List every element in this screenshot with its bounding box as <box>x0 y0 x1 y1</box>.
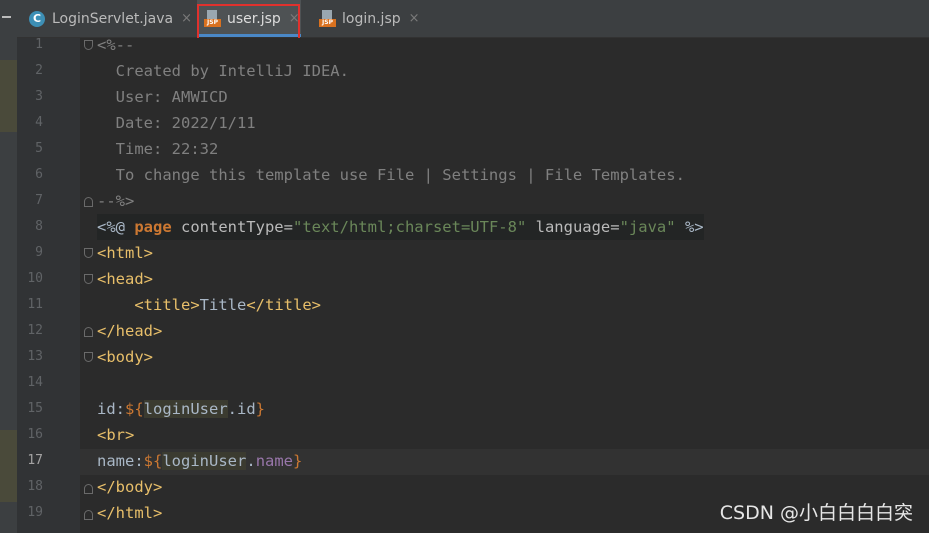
title-open-tag: <title> <box>134 296 200 314</box>
code-line-15[interactable]: id:${loginUser.id} <box>97 396 265 422</box>
left-tool-strip <box>0 0 18 533</box>
code-line-17[interactable]: name:${loginUser.name} <box>97 448 302 474</box>
line-number: 2 <box>35 63 43 78</box>
tab-label: user.jsp <box>227 10 281 27</box>
title-close-tag: </title> <box>246 296 321 314</box>
el-dot: . <box>246 452 256 470</box>
line-number: 12 <box>27 323 43 338</box>
code-line-19[interactable]: </html> <box>97 500 162 526</box>
el-property: name <box>255 452 294 470</box>
code-line-10[interactable]: <head> <box>97 266 153 292</box>
fold-open-icon[interactable] <box>84 40 93 50</box>
fold-open-icon[interactable] <box>84 274 93 284</box>
code-line-13[interactable]: <body> <box>97 344 153 370</box>
code-line-18[interactable]: </body> <box>97 474 162 500</box>
line-number: 1 <box>35 37 43 52</box>
line-number: 10 <box>27 271 43 286</box>
attribute-name: language= <box>526 218 620 236</box>
line-number: 11 <box>27 297 43 312</box>
collapse-icon[interactable] <box>2 16 11 18</box>
side-marker <box>0 430 17 502</box>
attribute-name: contentType= <box>171 218 293 236</box>
attribute-value: "java" <box>619 218 676 236</box>
tab-label: LoginServlet.java <box>52 10 174 27</box>
line-number: 5 <box>35 141 43 156</box>
java-class-icon: C <box>29 10 45 27</box>
line-number: 9 <box>35 245 43 260</box>
title-text: Title <box>199 296 247 314</box>
fold-open-icon[interactable] <box>84 352 93 362</box>
close-icon[interactable]: × <box>409 11 420 26</box>
directive-open: <%@ <box>97 218 135 236</box>
line-number: 7 <box>35 193 43 208</box>
el-variable: loginUser <box>162 452 247 470</box>
jsp-file-icon: JSP <box>319 10 336 27</box>
text-id-label: id: <box>97 400 125 418</box>
code-line-2[interactable]: Created by IntelliJ IDEA. <box>97 58 349 84</box>
watermark: CSDN @小白白白白突 <box>719 502 913 524</box>
fold-close-icon[interactable] <box>84 484 93 494</box>
directive-keyword: page <box>134 218 172 236</box>
close-icon[interactable]: × <box>181 11 192 26</box>
side-marker <box>0 60 17 132</box>
code-line-5[interactable]: Time: 22:32 <box>97 136 219 162</box>
code-line-6[interactable]: To change this template use File | Setti… <box>97 162 685 188</box>
tab-label: login.jsp <box>342 10 401 27</box>
fold-close-icon[interactable] <box>84 197 93 207</box>
el-open: ${ <box>125 400 144 418</box>
code-line-16[interactable]: <br> <box>97 422 134 448</box>
code-line-7[interactable]: --%> <box>97 188 134 214</box>
code-line-4[interactable]: Date: 2022/1/11 <box>97 110 256 136</box>
line-number: 3 <box>35 89 43 104</box>
editor-tab-bar: C LoginServlet.java × JSP user.jsp × JSP… <box>17 0 929 38</box>
directive-close: %> <box>675 218 704 236</box>
code-line-8[interactable]: <%@ page contentType="text/html;charset=… <box>97 214 704 240</box>
code-line-3[interactable]: User: AMWICD <box>97 84 228 110</box>
line-number: 19 <box>27 505 43 520</box>
code-line-1[interactable]: <%-- <box>97 32 134 58</box>
fold-close-icon[interactable] <box>84 327 93 337</box>
line-number-current: 17 <box>27 453 43 468</box>
tab-user-jsp[interactable]: JSP user.jsp × <box>197 0 301 37</box>
tab-login-jsp[interactable]: JSP login.jsp × <box>319 0 420 37</box>
line-number: 6 <box>35 167 43 182</box>
el-close: } <box>255 400 266 418</box>
jsp-file-icon: JSP <box>204 10 221 27</box>
line-number: 15 <box>27 401 43 416</box>
el-property: .id <box>227 400 256 418</box>
fold-open-icon[interactable] <box>84 248 93 258</box>
close-icon[interactable]: × <box>289 11 300 26</box>
line-number: 13 <box>27 349 43 364</box>
line-number: 16 <box>27 427 43 442</box>
attribute-value: "text/html;charset=UTF-8" <box>292 218 527 236</box>
line-number: 8 <box>35 219 43 234</box>
code-line-11[interactable]: <title>Title</title> <box>97 292 321 318</box>
el-open: ${ <box>143 452 163 470</box>
el-variable: loginUser <box>143 400 228 418</box>
line-number: 4 <box>35 115 43 130</box>
fold-close-icon[interactable] <box>84 510 93 520</box>
line-number: 14 <box>27 375 43 390</box>
code-line-9[interactable]: <html> <box>97 240 153 266</box>
code-line-12[interactable]: </head> <box>97 318 162 344</box>
el-close: } <box>293 452 303 470</box>
text-name-label: name: <box>97 452 144 470</box>
line-number: 18 <box>27 479 43 494</box>
